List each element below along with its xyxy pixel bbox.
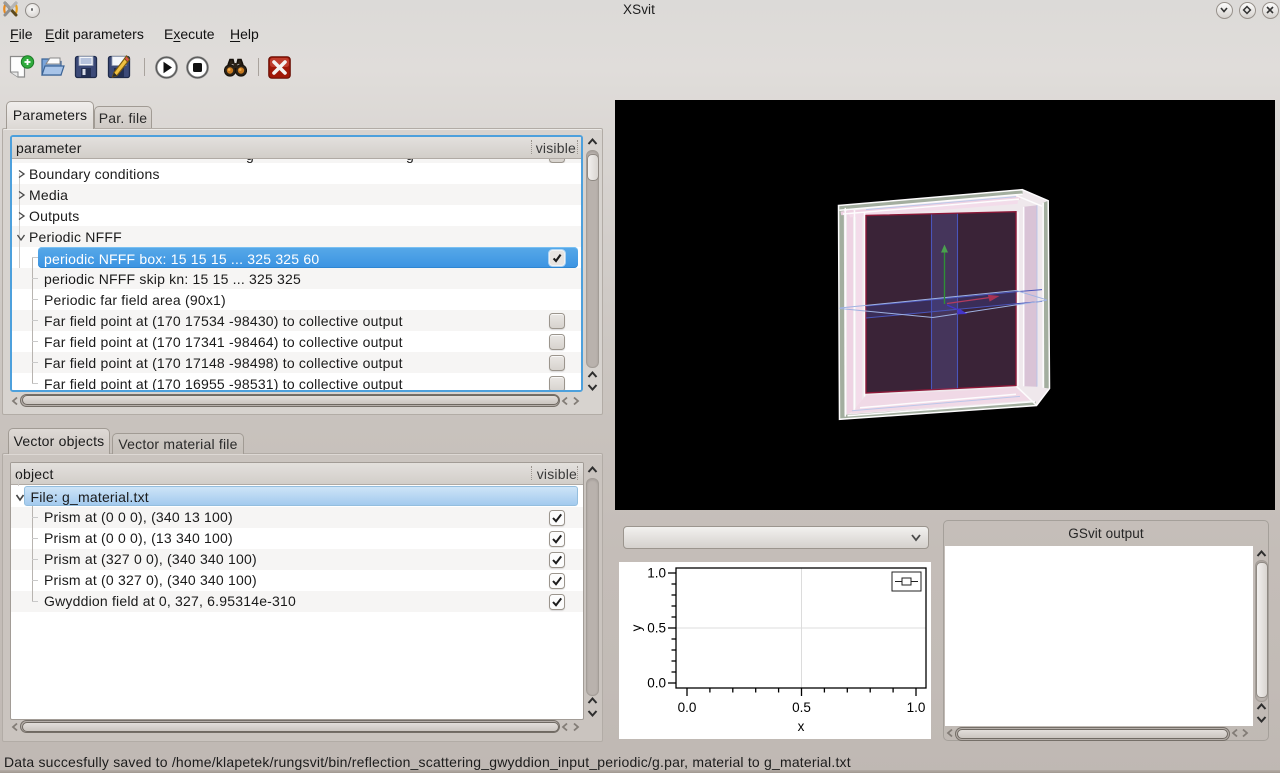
svg-text:0.0: 0.0 — [647, 676, 666, 691]
svg-text:1.0: 1.0 — [647, 566, 666, 581]
svg-text:0.0: 0.0 — [678, 700, 697, 715]
svg-text:x: x — [798, 719, 805, 734]
svg-text:1.0: 1.0 — [907, 700, 926, 715]
svg-text:0.5: 0.5 — [647, 621, 666, 636]
svg-text:0.5: 0.5 — [792, 700, 811, 715]
svg-text:y: y — [629, 624, 644, 631]
